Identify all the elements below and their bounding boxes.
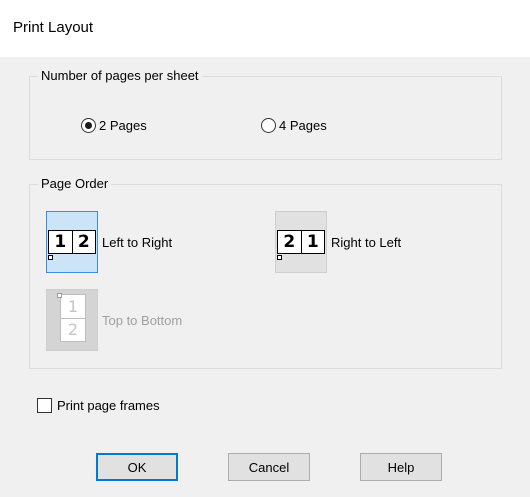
dialog-title: Print Layout: [13, 19, 94, 36]
page-order-label: Page Order: [38, 176, 112, 191]
order-left-to-right[interactable]: 1 2 Left to Right: [46, 211, 172, 273]
print-page-frames-label: Print page frames: [57, 398, 160, 413]
page-corner: [57, 293, 62, 298]
right-to-left-icon[interactable]: 2 1: [275, 211, 327, 273]
page-digit: 2: [71, 231, 96, 253]
page-corner: [48, 255, 53, 260]
sheet-preview: 1 2: [48, 230, 96, 254]
top-to-bottom-label: Top to Bottom: [102, 312, 183, 328]
print-page-frames[interactable]: Print page frames: [37, 398, 160, 413]
page-digit: 2: [283, 232, 296, 252]
dialog-body: Number of pages per sheet 2 Pages 4 Page…: [0, 57, 530, 497]
page-digit: 1: [54, 232, 67, 252]
top-to-bottom-icon: 1 2: [46, 289, 98, 351]
sheet-preview: 2 1: [277, 230, 325, 254]
left-to-right-icon[interactable]: 1 2: [46, 211, 98, 273]
radio-4-pages[interactable]: 4 Pages: [261, 118, 327, 133]
pages-per-sheet-group: Number of pages per sheet 2 Pages 4 Page…: [29, 68, 502, 160]
radio-button-2-pages[interactable]: [81, 118, 96, 133]
page-digit: 1: [300, 231, 325, 253]
radio-button-4-pages[interactable]: [261, 118, 276, 133]
pages-per-sheet-label: Number of pages per sheet: [38, 68, 202, 83]
page-corner: [277, 255, 282, 260]
radio-2-pages-label: 2 Pages: [99, 118, 147, 133]
print-page-frames-checkbox[interactable]: [37, 398, 52, 413]
radio-4-pages-label: 4 Pages: [279, 118, 327, 133]
ok-button[interactable]: OK: [96, 453, 178, 481]
left-to-right-label: Left to Right: [102, 234, 173, 250]
radio-2-pages[interactable]: 2 Pages: [81, 118, 147, 133]
page-digit: 2: [61, 317, 85, 342]
page-digit: 1: [67, 296, 79, 316]
page-order-group: Page Order 1 2 Left to Right 2 1 Right t…: [29, 176, 502, 369]
cancel-button[interactable]: Cancel: [228, 453, 310, 481]
sheet-preview: 1 2: [60, 294, 86, 342]
right-to-left-label: Right to Left: [331, 234, 402, 250]
title-bar: Print Layout: [0, 0, 530, 57]
order-right-to-left[interactable]: 2 1 Right to Left: [275, 211, 401, 273]
help-button[interactable]: Help: [360, 453, 442, 481]
order-top-to-bottom: 1 2 Top to Bottom: [46, 289, 182, 351]
